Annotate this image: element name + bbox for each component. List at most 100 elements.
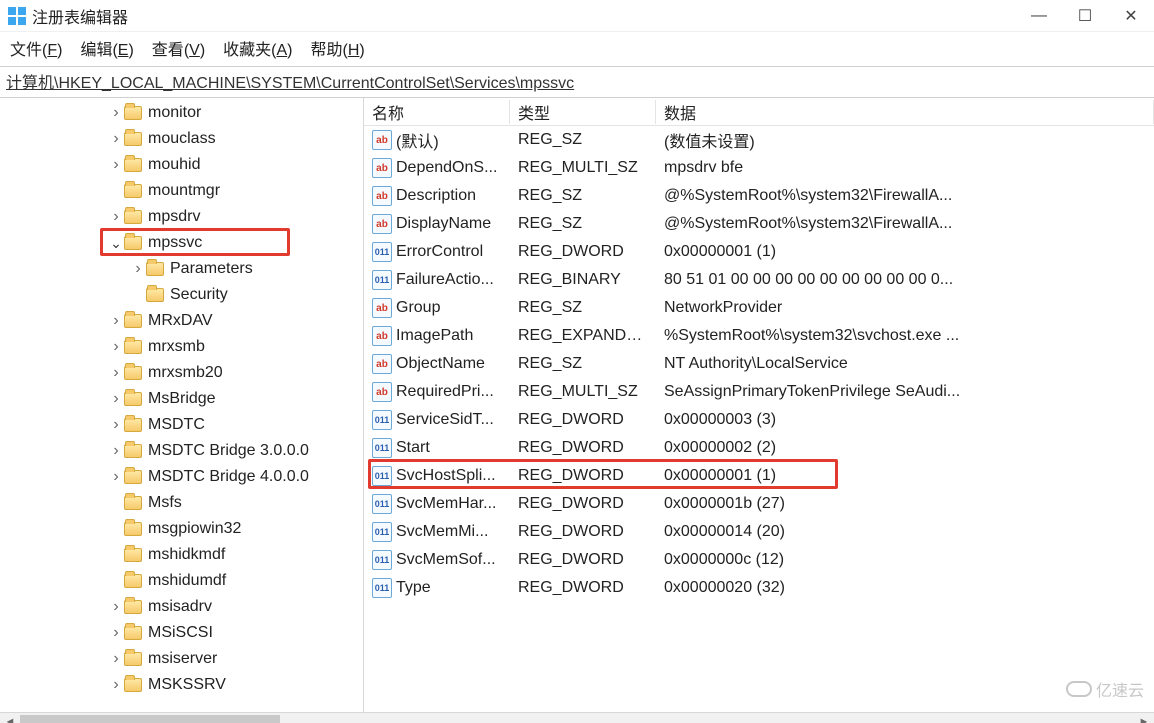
menu-help[interactable]: 帮助(H)	[310, 36, 364, 60]
tree-item-monitor[interactable]: ›monitor	[0, 100, 363, 126]
folder-icon	[146, 262, 164, 276]
tree-item-mpssvc[interactable]: ⌄mpssvc	[0, 230, 363, 256]
string-value-icon: ab	[372, 158, 392, 178]
list-row[interactable]: abDescriptionREG_SZ@%SystemRoot%\system3…	[364, 182, 1154, 210]
list-row[interactable]: 011SvcMemHar...REG_DWORD0x0000001b (27)	[364, 490, 1154, 518]
tree-item-mshidumdf[interactable]: mshidumdf	[0, 568, 363, 594]
tree-item-msdtc-bridge-4-0-0-0[interactable]: › MSDTC Bridge 4.0.0.0	[0, 464, 363, 490]
list-row[interactable]: 011SvcHostSpli...REG_DWORD0x00000001 (1)	[364, 462, 1154, 490]
horizontal-scrollbar[interactable]: ◄ ►	[0, 713, 1154, 723]
list-row[interactable]: 011FailureActio...REG_BINARY80 51 01 00 …	[364, 266, 1154, 294]
value-data: NetworkProvider	[656, 299, 1154, 317]
tree-item-parameters[interactable]: ›Parameters	[0, 256, 363, 282]
list-row[interactable]: 011ServiceSidT...REG_DWORD0x00000003 (3)	[364, 406, 1154, 434]
tree-item-mountmgr[interactable]: mountmgr	[0, 178, 363, 204]
tree-item-msfs[interactable]: Msfs	[0, 490, 363, 516]
scroll-left-icon[interactable]: ◄	[2, 714, 18, 723]
folder-icon	[124, 600, 142, 614]
scrollbar-track[interactable]	[18, 715, 1136, 723]
scroll-right-icon[interactable]: ►	[1136, 714, 1152, 723]
list-row[interactable]: 011TypeREG_DWORD0x00000020 (32)	[364, 574, 1154, 602]
tree-item-msgpiowin32[interactable]: msgpiowin32	[0, 516, 363, 542]
chevron-right-icon[interactable]: ›	[108, 676, 124, 694]
menu-edit[interactable]: 编辑(E)	[80, 36, 133, 60]
tree-item-msdtc-bridge-3-0-0-0[interactable]: ›MSDTC Bridge 3.0.0.0	[0, 438, 363, 464]
column-data[interactable]: 数据	[656, 100, 1154, 124]
folder-icon	[124, 548, 142, 562]
tree-item-msiscsi[interactable]: ›MSiSCSI	[0, 620, 363, 646]
tree-item-mouclass[interactable]: ›mouclass	[0, 126, 363, 152]
column-name[interactable]: 名称	[364, 100, 510, 124]
folder-icon	[124, 340, 142, 354]
tree-item-msisadrv[interactable]: ›msisadrv	[0, 594, 363, 620]
list-row[interactable]: abRequiredPri...REG_MULTI_SZSeAssignPrim…	[364, 378, 1154, 406]
tree-item-label: mpsdrv	[148, 208, 200, 226]
tree-item-msiserver[interactable]: ›msiserver	[0, 646, 363, 672]
scrollbar-thumb[interactable]	[20, 715, 280, 723]
folder-icon	[124, 236, 142, 250]
chevron-down-icon[interactable]: ⌄	[108, 235, 124, 252]
tree-item-label: mshidumdf	[148, 572, 226, 590]
window-title: 注册表编辑器	[32, 4, 128, 28]
minimize-button[interactable]: —	[1016, 0, 1062, 32]
chevron-right-icon[interactable]: ›	[108, 338, 124, 356]
list-row[interactable]: 011ErrorControlREG_DWORD0x00000001 (1)	[364, 238, 1154, 266]
tree-item-msdtc[interactable]: ›MSDTC	[0, 412, 363, 438]
dword-value-icon: 011	[372, 550, 392, 570]
chevron-right-icon[interactable]: ›	[108, 312, 124, 330]
value-name: RequiredPri...	[396, 383, 494, 401]
chevron-right-icon[interactable]: ›	[108, 156, 124, 174]
tree-item-msbridge[interactable]: ›MsBridge	[0, 386, 363, 412]
tree-item-label: MSDTC Bridge 4.0.0.0	[148, 468, 309, 486]
chevron-right-icon[interactable]: ›	[108, 104, 124, 122]
chevron-right-icon[interactable]: ›	[130, 260, 146, 278]
column-type[interactable]: 类型	[510, 100, 656, 124]
tree-item-mrxsmb[interactable]: ›mrxsmb	[0, 334, 363, 360]
value-type: REG_DWORD	[510, 411, 656, 429]
tree-item-mrxsmb20[interactable]: ›mrxsmb20	[0, 360, 363, 386]
list-row[interactable]: ab(默认)REG_SZ(数值未设置)	[364, 126, 1154, 154]
value-type: REG_SZ	[510, 187, 656, 205]
folder-icon	[124, 574, 142, 588]
tree-item-mrxdav[interactable]: ›MRxDAV	[0, 308, 363, 334]
chevron-right-icon[interactable]: ›	[108, 624, 124, 642]
chevron-right-icon[interactable]: ›	[108, 598, 124, 616]
chevron-right-icon[interactable]: ›	[108, 130, 124, 148]
value-data: 0x00000003 (3)	[656, 411, 1154, 429]
list-row[interactable]: abDependOnS...REG_MULTI_SZmpsdrv bfe	[364, 154, 1154, 182]
chevron-right-icon[interactable]: ›	[108, 208, 124, 226]
list-row[interactable]: abObjectNameREG_SZNT Authority\LocalServ…	[364, 350, 1154, 378]
close-button[interactable]: ✕	[1108, 0, 1154, 32]
list-row[interactable]: abImagePathREG_EXPAND_...%SystemRoot%\sy…	[364, 322, 1154, 350]
chevron-right-icon[interactable]: ›	[108, 390, 124, 408]
string-value-icon: ab	[372, 214, 392, 234]
value-name: ErrorControl	[396, 243, 483, 261]
value-type: REG_DWORD	[510, 523, 656, 541]
menu-file[interactable]: 文件(F)	[10, 36, 62, 60]
chevron-right-icon[interactable]: ›	[108, 364, 124, 382]
menu-favorites[interactable]: 收藏夹(A)	[223, 36, 292, 60]
list-row[interactable]: 011StartREG_DWORD0x00000002 (2)	[364, 434, 1154, 462]
chevron-right-icon[interactable]: ›	[108, 468, 124, 486]
folder-icon	[146, 288, 164, 302]
address-bar[interactable]: 计算机\HKEY_LOCAL_MACHINE\SYSTEM\CurrentCon…	[0, 66, 1154, 98]
folder-icon	[124, 366, 142, 380]
maximize-button[interactable]: ☐	[1062, 0, 1108, 32]
tree-item-mpsdrv[interactable]: › mpsdrv	[0, 204, 363, 230]
list-row[interactable]: abDisplayNameREG_SZ@%SystemRoot%\system3…	[364, 210, 1154, 238]
tree-item-mouhid[interactable]: › mouhid	[0, 152, 363, 178]
tree-item-mskssrv[interactable]: ›MSKSSRV	[0, 672, 363, 698]
chevron-right-icon[interactable]: ›	[108, 416, 124, 434]
chevron-right-icon[interactable]: ›	[108, 650, 124, 668]
string-value-icon: ab	[372, 326, 392, 346]
tree-item-label: mouhid	[148, 156, 200, 174]
value-data: @%SystemRoot%\system32\FirewallA...	[656, 215, 1154, 233]
value-name: Type	[396, 579, 431, 597]
tree-item-security[interactable]: Security	[0, 282, 363, 308]
list-row[interactable]: abGroupREG_SZNetworkProvider	[364, 294, 1154, 322]
chevron-right-icon[interactable]: ›	[108, 442, 124, 460]
menu-view[interactable]: 查看(V)	[152, 36, 205, 60]
tree-item-mshidkmdf[interactable]: mshidkmdf	[0, 542, 363, 568]
list-row[interactable]: 011SvcMemSof...REG_DWORD0x0000000c (12)	[364, 546, 1154, 574]
list-row[interactable]: 011SvcMemMi...REG_DWORD0x00000014 (20)	[364, 518, 1154, 546]
